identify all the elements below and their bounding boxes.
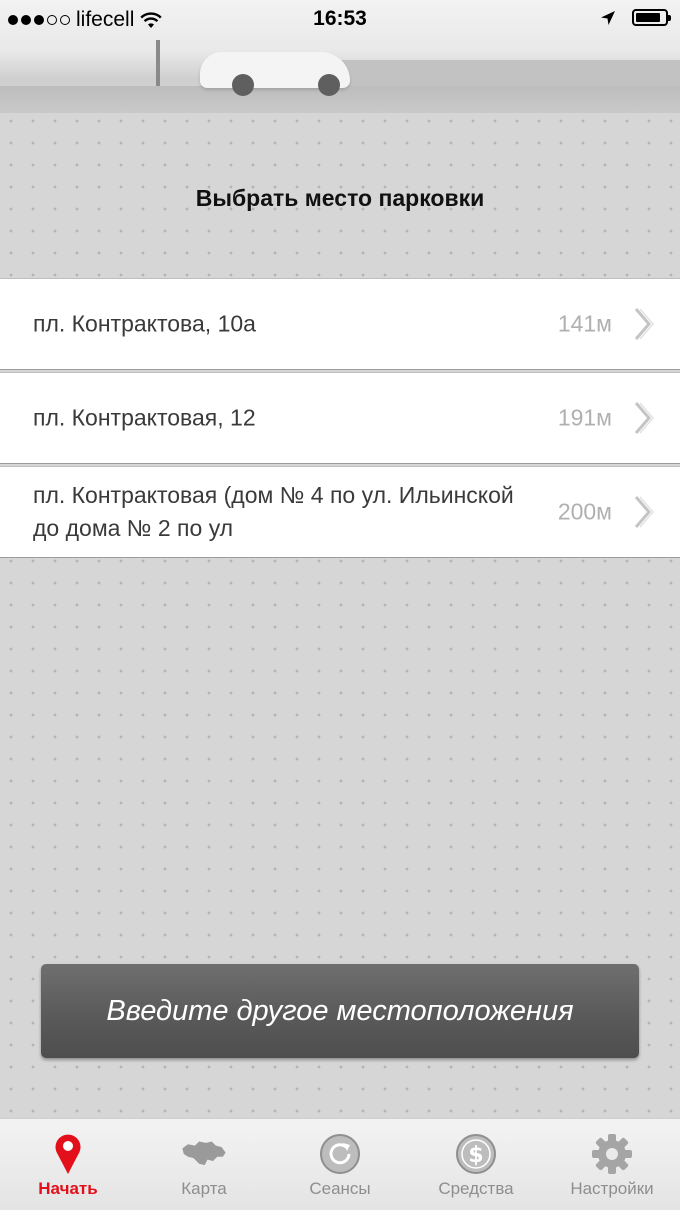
- tab-start[interactable]: Начать: [0, 1119, 136, 1210]
- page-title: Выбрать место парковки: [195, 185, 485, 211]
- tab-label: Настройки: [570, 1179, 654, 1198]
- location-name: пл. Контрактовая (дом № 4 по ул. Ильинск…: [33, 482, 514, 541]
- chevron-right-icon: [634, 308, 654, 340]
- chevron-right-icon: [634, 496, 654, 528]
- gear-icon: [589, 1131, 635, 1177]
- dollar-coin-icon: $: [453, 1131, 499, 1177]
- status-bar: lifecell 16:53: [0, 0, 680, 40]
- battery-level: [636, 13, 660, 22]
- location-row[interactable]: пл. Контрактова, 10а 141м: [0, 278, 680, 370]
- photo-car-wheel: [232, 74, 254, 96]
- tab-label: Начать: [38, 1179, 98, 1198]
- tab-map[interactable]: Карта: [136, 1119, 272, 1210]
- location-distance: 191м: [557, 404, 612, 431]
- photo-fence: [340, 60, 680, 86]
- tab-label: Сеансы: [309, 1179, 371, 1198]
- status-time: 16:53: [313, 7, 367, 30]
- tab-bar: Начать Карта Сеансы $ Средства Настройки: [0, 1118, 680, 1210]
- tab-label: Средства: [438, 1179, 514, 1198]
- status-right: [600, 9, 671, 26]
- location-name: пл. Контрактова, 10а: [33, 310, 256, 337]
- refresh-icon: [317, 1131, 363, 1177]
- location-distance: 200м: [557, 498, 612, 525]
- location-list: пл. Контрактова, 10а 141м пл. Контрактов…: [0, 278, 680, 560]
- location-name: пл. Контрактовая, 12: [33, 404, 256, 431]
- tab-sessions[interactable]: Сеансы: [272, 1119, 408, 1210]
- svg-text:$: $: [468, 1143, 483, 1168]
- photo-car-wheel: [318, 74, 340, 96]
- map-pin-icon: [45, 1131, 91, 1177]
- photo-ground: [0, 86, 680, 113]
- location-row[interactable]: пл. Контрактовая, 12 191м: [0, 372, 680, 464]
- photo-pole: [156, 40, 160, 86]
- tab-label: Карта: [181, 1179, 227, 1198]
- tab-settings[interactable]: Настройки: [544, 1119, 680, 1210]
- battery-icon: [632, 9, 671, 26]
- location-row[interactable]: пл. Контрактовая (дом № 4 по ул. Ильинск…: [0, 466, 680, 558]
- chevron-right-icon: [634, 402, 654, 434]
- location-distance: 141м: [557, 310, 612, 337]
- other-location-button[interactable]: Введите другое местоположения: [41, 964, 639, 1058]
- location-arrow-icon: [601, 10, 615, 25]
- ukraine-map-icon: [181, 1131, 227, 1177]
- tab-funds[interactable]: $ Средства: [408, 1119, 544, 1210]
